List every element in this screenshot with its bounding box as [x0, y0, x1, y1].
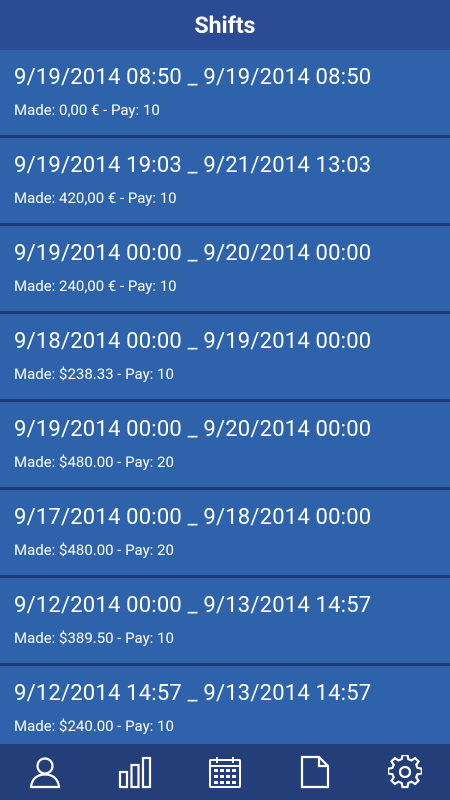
shift-range: 9/12/2014 00:00 _ 9/13/2014 14:57	[14, 593, 372, 618]
app-header: Shifts	[0, 0, 450, 50]
shift-range: 9/19/2014 08:50 _ 9/19/2014 08:50	[14, 65, 372, 90]
list-item[interactable]: 9/12/2014 00:00 _ 9/13/2014 14:57 Made: …	[0, 578, 450, 663]
shift-range: 9/19/2014 00:00 _ 9/20/2014 00:00	[14, 241, 372, 266]
shift-range: 9/19/2014 19:03 _ 9/21/2014 13:03	[14, 153, 372, 178]
bottom-tab-bar	[0, 744, 450, 800]
page-title: Shifts	[194, 11, 256, 39]
shift-summary: Made: $480.00 - Pay: 20	[14, 541, 174, 559]
list-item[interactable]: 9/17/2014 00:00 _ 9/18/2014 00:00 Made: …	[0, 490, 450, 575]
list-item[interactable]: 9/19/2014 19:03 _ 9/21/2014 13:03 Made: …	[0, 138, 450, 223]
list-item[interactable]: 9/12/2014 14:57 _ 9/13/2014 14:57 Made: …	[0, 666, 450, 744]
shift-summary: Made: 240,00 € - Pay: 10	[14, 277, 177, 295]
shift-summary: Made: $389.50 - Pay: 10	[14, 629, 174, 647]
gear-icon	[388, 755, 422, 789]
shift-summary: Made: $238.33 - Pay: 10	[14, 365, 174, 383]
tab-calendar[interactable]	[180, 744, 270, 800]
shift-range: 9/18/2014 00:00 _ 9/19/2014 00:00	[14, 329, 372, 354]
shift-list[interactable]: 9/19/2014 08:50 _ 9/19/2014 08:50 Made: …	[0, 50, 450, 744]
tab-settings[interactable]	[360, 744, 450, 800]
list-item[interactable]: 9/19/2014 00:00 _ 9/20/2014 00:00 Made: …	[0, 402, 450, 487]
bar-chart-icon	[117, 755, 153, 789]
document-icon	[299, 755, 331, 789]
list-item[interactable]: 9/19/2014 00:00 _ 9/20/2014 00:00 Made: …	[0, 226, 450, 311]
shift-range: 9/17/2014 00:00 _ 9/18/2014 00:00	[14, 505, 372, 530]
list-item[interactable]: 9/18/2014 00:00 _ 9/19/2014 00:00 Made: …	[0, 314, 450, 399]
shift-range: 9/12/2014 14:57 _ 9/13/2014 14:57	[14, 681, 372, 706]
shift-summary: Made: 420,00 € - Pay: 10	[14, 189, 177, 207]
list-item[interactable]: 9/19/2014 08:50 _ 9/19/2014 08:50 Made: …	[0, 50, 450, 135]
tab-reports[interactable]	[270, 744, 360, 800]
tab-stats[interactable]	[90, 744, 180, 800]
shift-summary: Made: $240.00 - Pay: 10	[14, 717, 174, 735]
shift-summary: Made: 0,00 € - Pay: 10	[14, 101, 160, 119]
tab-profile[interactable]	[0, 744, 90, 800]
shift-summary: Made: $480.00 - Pay: 20	[14, 453, 174, 471]
user-icon	[28, 755, 62, 789]
shift-range: 9/19/2014 00:00 _ 9/20/2014 00:00	[14, 417, 372, 442]
calendar-icon	[208, 755, 242, 789]
